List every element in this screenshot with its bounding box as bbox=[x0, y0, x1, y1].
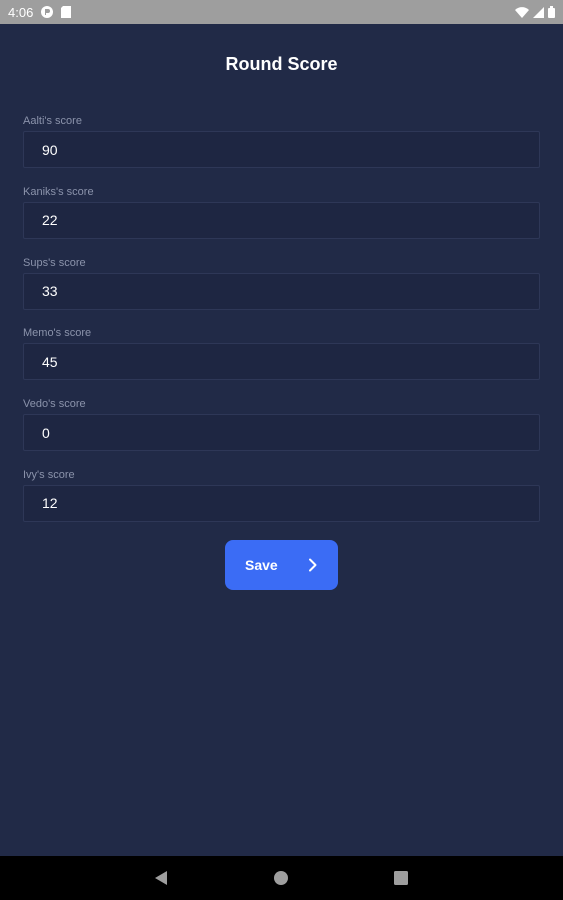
score-fields: Aalti's score Kaniks's score Sups's scor… bbox=[23, 114, 540, 539]
app-notification-icon bbox=[41, 6, 54, 18]
score-field-label: Kaniks's score bbox=[23, 185, 94, 198]
home-icon[interactable] bbox=[266, 863, 296, 893]
status-right bbox=[515, 6, 555, 18]
score-field: Ivy's score bbox=[23, 468, 540, 539]
score-field: Memo's score bbox=[23, 326, 540, 397]
battery-icon bbox=[548, 6, 555, 18]
score-input[interactable] bbox=[23, 201, 540, 239]
score-field: Aalti's score bbox=[23, 114, 540, 185]
score-field-label: Vedo's score bbox=[23, 398, 86, 411]
score-field: Vedo's score bbox=[23, 397, 540, 468]
status-left: 4:06 bbox=[8, 4, 72, 20]
signal-icon bbox=[533, 6, 544, 18]
score-field-label: Sups's score bbox=[23, 256, 86, 269]
wifi-icon bbox=[515, 6, 529, 18]
score-input[interactable] bbox=[23, 414, 540, 452]
score-input[interactable] bbox=[23, 131, 540, 168]
score-field-label: Aalti's score bbox=[23, 115, 82, 127]
chevron-right-icon bbox=[308, 558, 318, 572]
recents-icon[interactable] bbox=[386, 863, 416, 893]
save-button[interactable]: Save bbox=[225, 540, 338, 590]
navigation-bar bbox=[0, 856, 563, 900]
score-input[interactable] bbox=[23, 484, 540, 522]
score-input[interactable] bbox=[23, 343, 540, 381]
score-field: Sups's score bbox=[23, 256, 540, 327]
score-input[interactable] bbox=[23, 272, 540, 310]
save-button-label: Save bbox=[245, 557, 278, 573]
status-bar: 4:06 bbox=[0, 0, 563, 24]
sd-card-icon bbox=[61, 6, 72, 18]
score-field-label: Memo's score bbox=[23, 327, 92, 340]
page-title: Round Score bbox=[225, 54, 338, 74]
status-time: 4:06 bbox=[8, 4, 34, 20]
score-field-label: Ivy's score bbox=[23, 468, 75, 481]
score-field: Kaniks's score bbox=[23, 185, 540, 256]
back-icon[interactable] bbox=[146, 863, 176, 893]
round-score-screen: Round Score Aalti's score Kaniks's score… bbox=[0, 24, 563, 856]
